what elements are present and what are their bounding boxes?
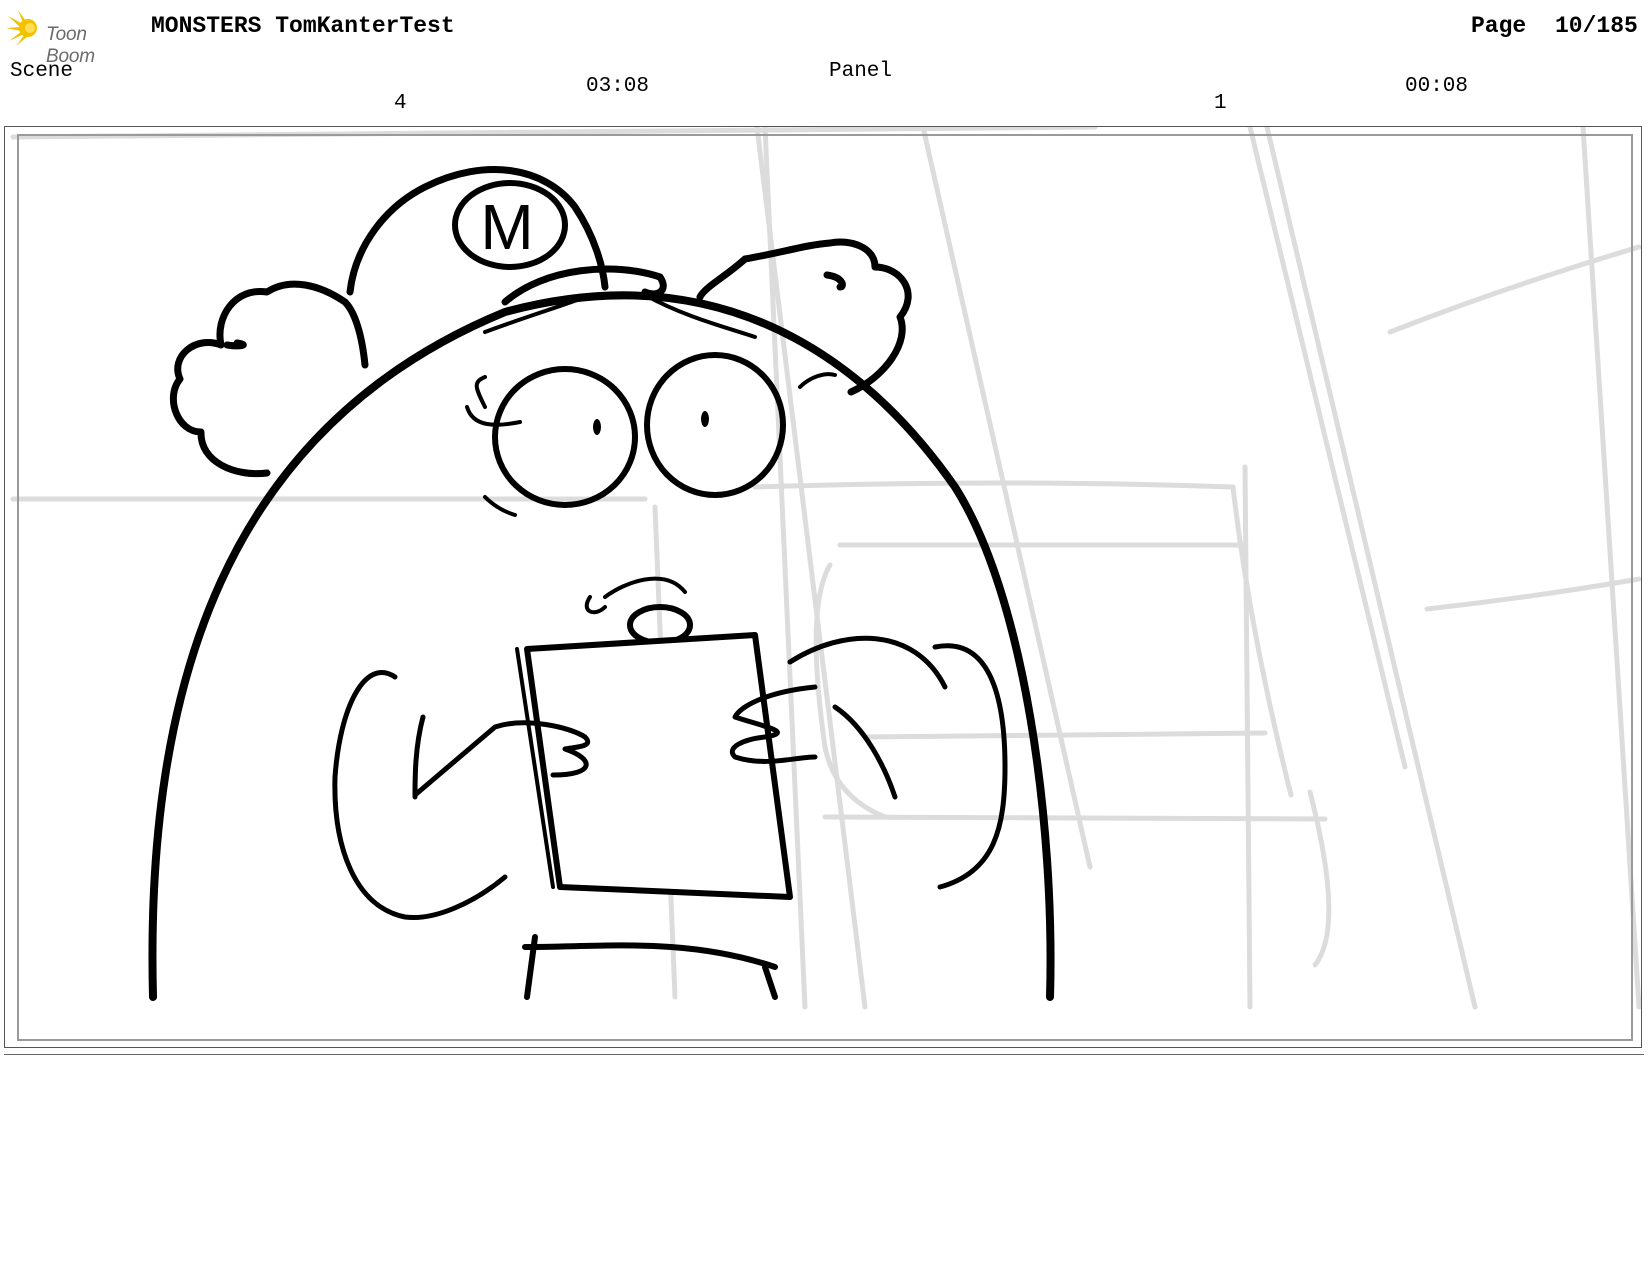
character-pupils: [593, 411, 709, 435]
scene-label: Scene: [10, 60, 74, 83]
panel-label: Panel: [829, 60, 893, 83]
page-number: 10/185: [1555, 13, 1638, 39]
logo-burst-icon: [6, 10, 37, 46]
panel-number: 1: [1214, 92, 1227, 115]
project-title: MONSTERS TomKanterTest: [151, 13, 455, 39]
background-sketch: [10, 127, 1641, 1010]
page-label: Page: [1471, 13, 1527, 39]
page-divider: [4, 1054, 1644, 1055]
storyboard-panel: M: [4, 126, 1642, 1048]
panel-duration: 00:08: [1405, 75, 1469, 98]
toon-boom-logo: Toon Boom: [6, 8, 138, 67]
cap-letter: M: [480, 191, 533, 263]
panel-sketch-image: M: [10, 127, 1641, 1010]
scene-duration: 03:08: [586, 75, 650, 98]
scene-number: 4: [394, 92, 407, 115]
